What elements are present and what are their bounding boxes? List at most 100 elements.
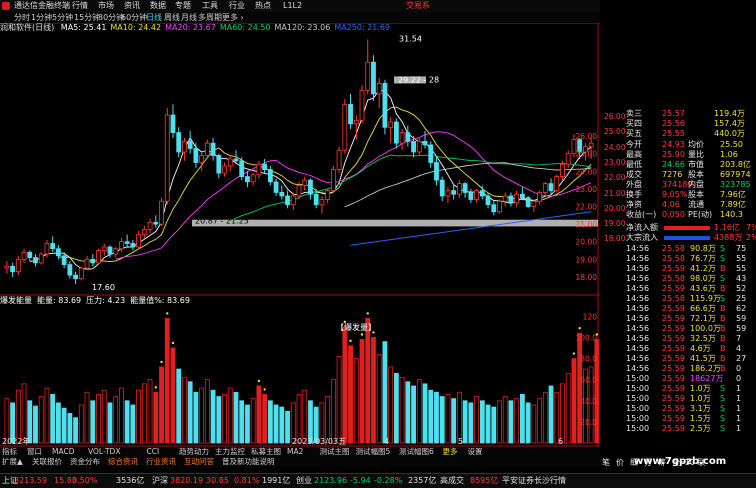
indicator-tab-7[interactable]: 私募主图 <box>251 447 281 457</box>
price-axis-label: 21.00 <box>576 220 598 229</box>
tick-side: S <box>720 404 726 413</box>
volume-bar <box>296 394 302 444</box>
status-index-name-3[interactable]: 高成交 <box>440 474 464 488</box>
status-index-name-1[interactable]: 沪深 <box>152 474 168 488</box>
candle <box>227 155 233 172</box>
status-index-pct-0: 0.50% <box>72 476 98 485</box>
menu-item-0[interactable]: 行情 <box>72 0 88 12</box>
indicator-tab-1[interactable]: 窗口 <box>27 447 42 457</box>
stat-value: 9.05% <box>662 190 688 199</box>
period-tab-2[interactable]: 5分钟 <box>52 12 73 23</box>
volume-bar <box>187 381 193 444</box>
indicator-tab-3[interactable]: VOL-TDX <box>88 447 120 457</box>
extension-tab-3[interactable]: 综合资讯 <box>108 457 138 467</box>
indicator-tab-6[interactable]: 主力监控 <box>215 447 245 457</box>
tick-count: 7 <box>736 334 742 343</box>
candle <box>113 247 119 258</box>
tick-time: 14:56 <box>626 334 650 343</box>
menu-item-7[interactable]: 热点 <box>255 0 271 12</box>
volume-bar <box>21 383 27 444</box>
candle <box>428 141 434 168</box>
tick-side: S <box>720 414 726 423</box>
tick-count: 55 <box>736 254 747 263</box>
tick-time: 14:56 <box>626 284 650 293</box>
quote-bottom-tab-b[interactable]: 价 <box>616 458 624 468</box>
period-tab-5[interactable]: 60分钟 <box>121 12 147 23</box>
status-index-name-2[interactable]: 创业 <box>296 474 312 488</box>
extension-tab-0[interactable]: 扩展▲ <box>2 457 23 467</box>
extension-tab-6[interactable]: 普及新功能说明 <box>222 457 275 467</box>
period-tab-7[interactable]: 周线 <box>164 12 180 23</box>
extension-tab-1[interactable]: 关联报价 <box>32 457 62 467</box>
stat-label-2: 股本 <box>688 190 704 199</box>
volume-bar <box>519 394 525 444</box>
indicator-tab-4[interactable]: CCI <box>147 447 160 457</box>
tick-count: 52 <box>736 284 747 293</box>
extension-tab-5[interactable]: 互动问答 <box>184 457 214 467</box>
stat-label: 换手 <box>626 190 642 199</box>
ask-price: 25.57 <box>662 109 685 118</box>
menu-item-3[interactable]: 数据 <box>150 0 166 12</box>
period-tab-1[interactable]: 1分钟 <box>31 12 52 23</box>
period-tab-0[interactable]: 分时 <box>14 12 30 23</box>
menu-item-1[interactable]: 市场 <box>98 0 114 12</box>
signal-dot <box>360 333 364 336</box>
candle <box>21 248 27 263</box>
indicator-tab-12[interactable]: 更多 <box>443 447 458 457</box>
volume-signal-label: 【爆发量】 <box>336 322 376 332</box>
kline-chart[interactable]: 31.54 29.22 - 28 17.60 20.87 - 21.25 【爆发量】 26… <box>0 23 600 447</box>
tick-count: 4 <box>736 344 742 353</box>
status-index-change-1: 30.85 <box>206 476 229 485</box>
tick-volume: 1.0万 <box>690 394 711 403</box>
candle <box>176 127 182 158</box>
menu-item-4[interactable]: 专题 <box>175 0 191 12</box>
tick-time: 15:00 <box>626 384 650 393</box>
tick-time: 15:00 <box>626 424 650 433</box>
quote-bottom-tab-a[interactable]: 笔 <box>602 458 610 468</box>
period-tab-9[interactable]: 多周期 <box>198 12 222 23</box>
period-tab-10[interactable]: 更多 › <box>222 12 244 23</box>
candle <box>399 129 405 151</box>
volume-bar <box>445 394 451 444</box>
signal-dot <box>349 339 352 343</box>
indicator-tab-9[interactable]: 测试主图 <box>320 447 350 457</box>
indicator-tab-11[interactable]: 测试幅图6 <box>399 447 434 457</box>
candle <box>27 250 33 262</box>
extension-tab-4[interactable]: 行业资讯 <box>146 457 176 467</box>
indicator-tab-5[interactable]: 趋势动力 <box>179 447 209 457</box>
menu-item-5[interactable]: 工具 <box>202 0 218 12</box>
period-tab-6[interactable]: 日线 <box>146 12 162 23</box>
volume-bar <box>119 387 124 444</box>
flow-bar <box>664 226 710 230</box>
candle <box>33 254 38 267</box>
menu-item-8[interactable]: L1L2 <box>283 0 302 12</box>
indicator-tab-13[interactable]: 设置 <box>468 447 483 457</box>
indicator-tab-0[interactable]: 指标 <box>2 447 17 457</box>
indicator-tab-2[interactable]: MACD <box>52 447 74 457</box>
menu-item-2[interactable]: 资讯 <box>124 0 140 12</box>
status-broker: 平安证券长沙行情 <box>502 476 566 485</box>
volume-bar <box>399 377 405 444</box>
ask-volume: 157.4万 <box>714 119 745 128</box>
indicator-tab-8[interactable]: MA2 <box>287 447 303 457</box>
candle <box>78 266 84 281</box>
trade-system-link[interactable]: 交易系 <box>406 0 430 12</box>
volume-axis-label: 100.0 <box>576 333 598 342</box>
candle <box>519 187 525 200</box>
stat-label: 成交 <box>626 170 642 179</box>
candle <box>554 174 560 193</box>
extension-tab-2[interactable]: 资金分布 <box>70 457 100 467</box>
period-tab-8[interactable]: 月线 <box>181 12 197 23</box>
status-index-amount-1: 1991亿 <box>262 476 291 485</box>
candle <box>267 166 273 186</box>
indicator-tab-10[interactable]: 测试幅图5 <box>356 447 391 457</box>
ask-label: 买四 <box>626 119 642 128</box>
candle <box>462 181 468 198</box>
menu-item-6[interactable]: 行业 <box>229 0 245 12</box>
stock-name[interactable]: 润和软件(日线) <box>0 23 54 32</box>
stat-label-2: 市值 <box>688 160 704 169</box>
period-tab-3[interactable]: 15分钟 <box>74 12 100 23</box>
candle <box>90 254 96 267</box>
tick-row: 14:56 25.59 43.6万 B 52 <box>600 284 756 294</box>
side-axis-label: 25.00 <box>604 127 626 137</box>
